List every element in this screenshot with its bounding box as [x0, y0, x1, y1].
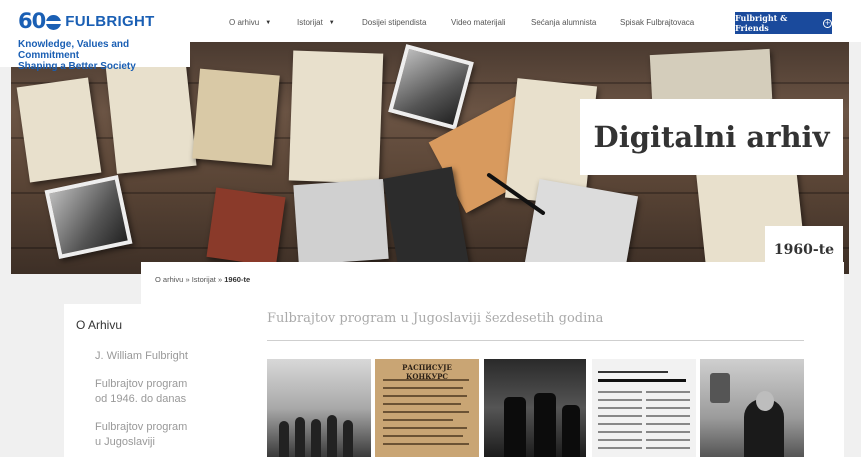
magazine-image: [293, 178, 389, 266]
person-silhouette: [504, 397, 526, 457]
sidebar-title: O Arhivu: [76, 318, 123, 332]
thumbnail-portrait-photo[interactable]: [700, 359, 804, 457]
nav-item-video-materijali[interactable]: Video materijali: [451, 18, 506, 27]
newspaper-image: [105, 56, 197, 174]
text-line: [383, 395, 467, 397]
fulbright-logo[interactable]: 60 FULBRIGHT: [18, 11, 155, 32]
text-line: [598, 391, 642, 393]
nav-label: Dosijei stipendista: [362, 18, 427, 27]
sidebar-item-label: Fulbrajtov program: [95, 421, 188, 433]
text-line: [646, 399, 690, 401]
page-title: Digitalni arhiv: [593, 120, 830, 154]
thumbnail-reception-photo[interactable]: [484, 359, 586, 457]
logo-text: FULBRIGHT: [65, 13, 155, 30]
face-shape: [756, 391, 774, 411]
text-line: [598, 439, 642, 441]
tagline-line-2: Shaping a Better Society: [18, 61, 136, 72]
nav-label: Spisak Fulbrajtovaca: [620, 18, 695, 27]
sidebar-item-program-od-1946[interactable]: Fulbrajtov program od 1946. do danas: [95, 377, 187, 407]
nav-item-secanja-alumnista[interactable]: Sećanja alumnista: [531, 18, 596, 27]
sidebar-item-label: Fulbrajtov program: [95, 378, 188, 390]
hero-title-box: Digitalni arhiv: [580, 99, 843, 175]
lamp-shape: [710, 373, 730, 403]
text-line: [646, 431, 690, 433]
text-line: [598, 415, 642, 417]
text-line: [383, 435, 463, 437]
document-image: [192, 68, 280, 166]
person-silhouette: [562, 405, 580, 457]
person-silhouette: [534, 393, 556, 457]
breadcrumb-separator: »: [218, 275, 223, 284]
book-image: [523, 179, 639, 274]
text-line: [646, 391, 690, 393]
breadcrumb: O arhivu » Istorijat » 1960-te: [155, 275, 250, 284]
sidebar: O Arhivu J. William Fulbright Fulbrajtov…: [64, 304, 246, 457]
nav-label: O arhivu: [229, 18, 260, 27]
thumbnail-article-page[interactable]: [592, 359, 696, 457]
text-line: [646, 407, 690, 409]
text-line: [383, 387, 463, 389]
decade-label-box: 1960-te: [765, 226, 843, 274]
nav-item-istorijat[interactable]: Istorijat ▼: [297, 18, 335, 27]
text-line: [383, 411, 469, 413]
sidebar-item-j-william-fulbright[interactable]: J. William Fulbright: [95, 349, 188, 364]
letter-image: [288, 50, 384, 184]
nav-label: Sećanja alumnista: [531, 18, 597, 27]
caret-down-icon: ▼: [328, 19, 335, 26]
nav-item-o-arhivu[interactable]: O arhivu ▼: [229, 18, 271, 27]
person-silhouette: [343, 420, 353, 457]
text-line: [598, 423, 642, 425]
nav-label: Istorijat: [297, 18, 323, 27]
text-line: [646, 447, 690, 449]
section-title: Fulbrajtov program u Jugoslaviji šezdese…: [267, 311, 604, 326]
decade-label: 1960-te: [773, 242, 835, 258]
person-silhouette: [279, 421, 289, 457]
breadcrumb-o-arhivu[interactable]: O arhivu: [155, 275, 183, 284]
person-silhouette: [311, 419, 321, 457]
person-silhouette: [327, 415, 337, 457]
text-line: [598, 379, 686, 382]
plus-circle-icon: +: [823, 18, 832, 28]
text-line: [598, 371, 668, 373]
fulbright-friends-button[interactable]: Fulbright & Friends +: [735, 12, 832, 34]
text-line: [646, 423, 690, 425]
logo-number: 60: [18, 9, 46, 33]
person-silhouette: [295, 417, 305, 457]
globe-icon: [46, 15, 62, 30]
text-line: [383, 427, 467, 429]
text-line: [598, 431, 642, 433]
photo-image: [649, 48, 773, 106]
text-line: [598, 407, 642, 409]
text-line: [598, 399, 642, 401]
nav-item-spisak-fulbrajtovaca[interactable]: Spisak Fulbrajtovaca: [620, 18, 694, 27]
text-line: [598, 447, 642, 449]
tagline: Knowledge, Values and Commitment Shaping…: [0, 34, 190, 72]
thumbnail-newspaper-clipping[interactable]: РАСПИСУЈЕ КОНКУРС: [375, 359, 479, 457]
sidebar-item-program-u-jugoslaviji[interactable]: Fulbrajtov program u Jugoslaviji: [95, 420, 187, 450]
text-line: [383, 403, 461, 405]
text-line: [383, 443, 469, 445]
nav-item-dosijei-stipendista[interactable]: Dosijei stipendista: [362, 18, 426, 27]
document-image: [16, 77, 102, 183]
breadcrumb-istorijat[interactable]: Istorijat: [192, 275, 216, 284]
text-line: [383, 379, 469, 381]
divider: [267, 340, 804, 341]
text-line: [646, 439, 690, 441]
caret-down-icon: ▼: [265, 19, 272, 26]
nav-label: Video materijali: [451, 18, 506, 27]
photo-image: [388, 44, 474, 130]
tagline-line-1: Knowledge, Values and Commitment: [18, 39, 130, 61]
painting-image: [206, 187, 286, 267]
sidebar-item-label: od 1946. do danas: [95, 393, 187, 405]
breadcrumb-separator: »: [185, 275, 190, 284]
button-label: Fulbright & Friends: [735, 13, 788, 33]
sidebar-item-label: u Jugoslaviji: [95, 436, 155, 448]
thumbnail-group-photo[interactable]: [267, 359, 371, 457]
breadcrumb-current: 1960-te: [224, 275, 251, 284]
text-line: [383, 419, 453, 421]
text-line: [646, 415, 690, 417]
